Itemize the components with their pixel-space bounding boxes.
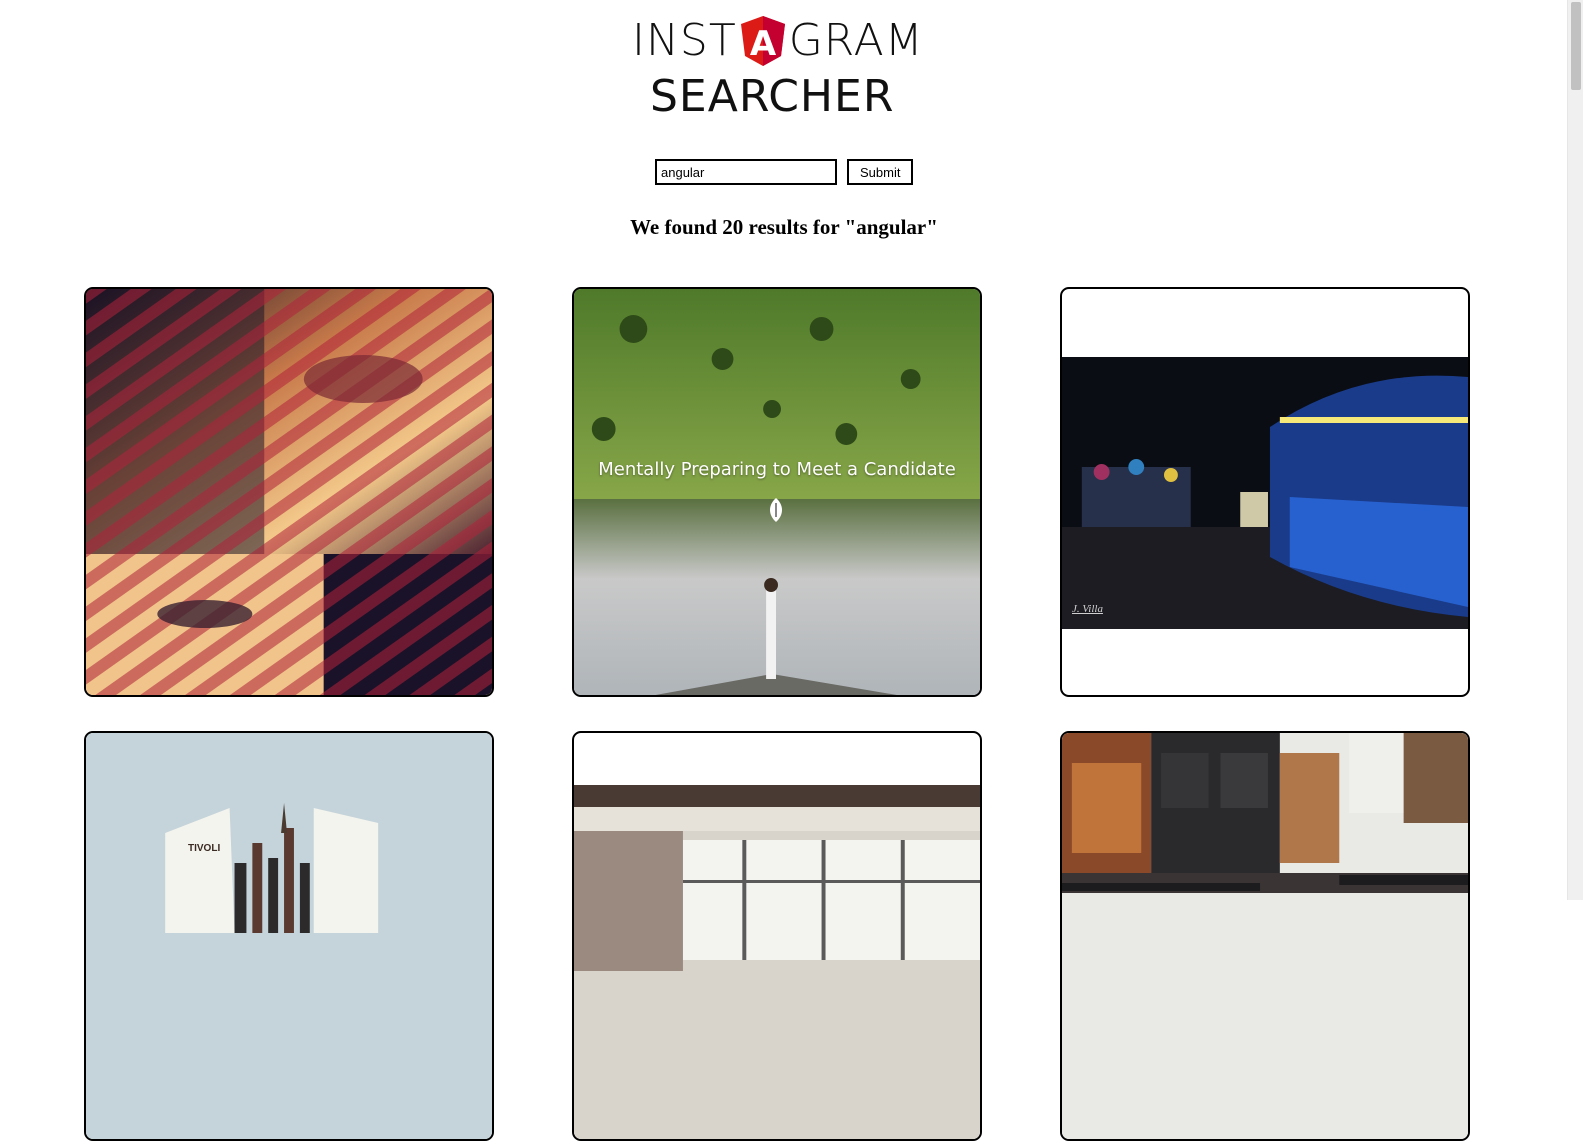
result-card[interactable]: Mentally Preparing to Meet a Candidate [572, 287, 982, 697]
result-card[interactable]: J. Villa [1060, 287, 1470, 697]
scrollbar-thumb[interactable] [1571, 2, 1581, 90]
shield-letter: A [750, 24, 777, 64]
logo-line-2: SEARCHER [650, 71, 895, 122]
card-image-carousel [1062, 357, 1468, 629]
card-image-portrait [86, 289, 492, 695]
submit-button[interactable]: Submit [847, 159, 914, 185]
result-card[interactable] [572, 731, 982, 1141]
card-image-landscape [574, 289, 980, 695]
card-image-presentation [1062, 733, 1468, 1139]
angular-shield-icon: A [740, 16, 785, 66]
card-caption: Mentally Preparing to Meet a Candidate [598, 459, 956, 480]
search-form: Submit [655, 159, 914, 185]
logo-line-1: INST A GRAM [632, 14, 924, 68]
card-image-building [86, 733, 492, 1139]
logo-text-part1: INST [632, 15, 737, 66]
card-image-office [574, 785, 980, 1139]
building-sign: TIVOLI [188, 843, 221, 854]
page-scrollbar[interactable] [1567, 0, 1583, 900]
app-logo: INST A GRAM SEARCHER [632, 14, 932, 124]
brand-leaf-icon [770, 498, 782, 522]
logo-text-part2: GRAM [788, 15, 924, 66]
photo-watermark: J. Villa [1072, 603, 1103, 615]
result-card[interactable] [84, 287, 494, 697]
result-card[interactable] [1060, 731, 1470, 1141]
result-card[interactable]: TIVOLI [84, 731, 494, 1141]
results-heading: We found 20 results for "angular" [630, 215, 938, 239]
search-input[interactable] [655, 159, 837, 185]
